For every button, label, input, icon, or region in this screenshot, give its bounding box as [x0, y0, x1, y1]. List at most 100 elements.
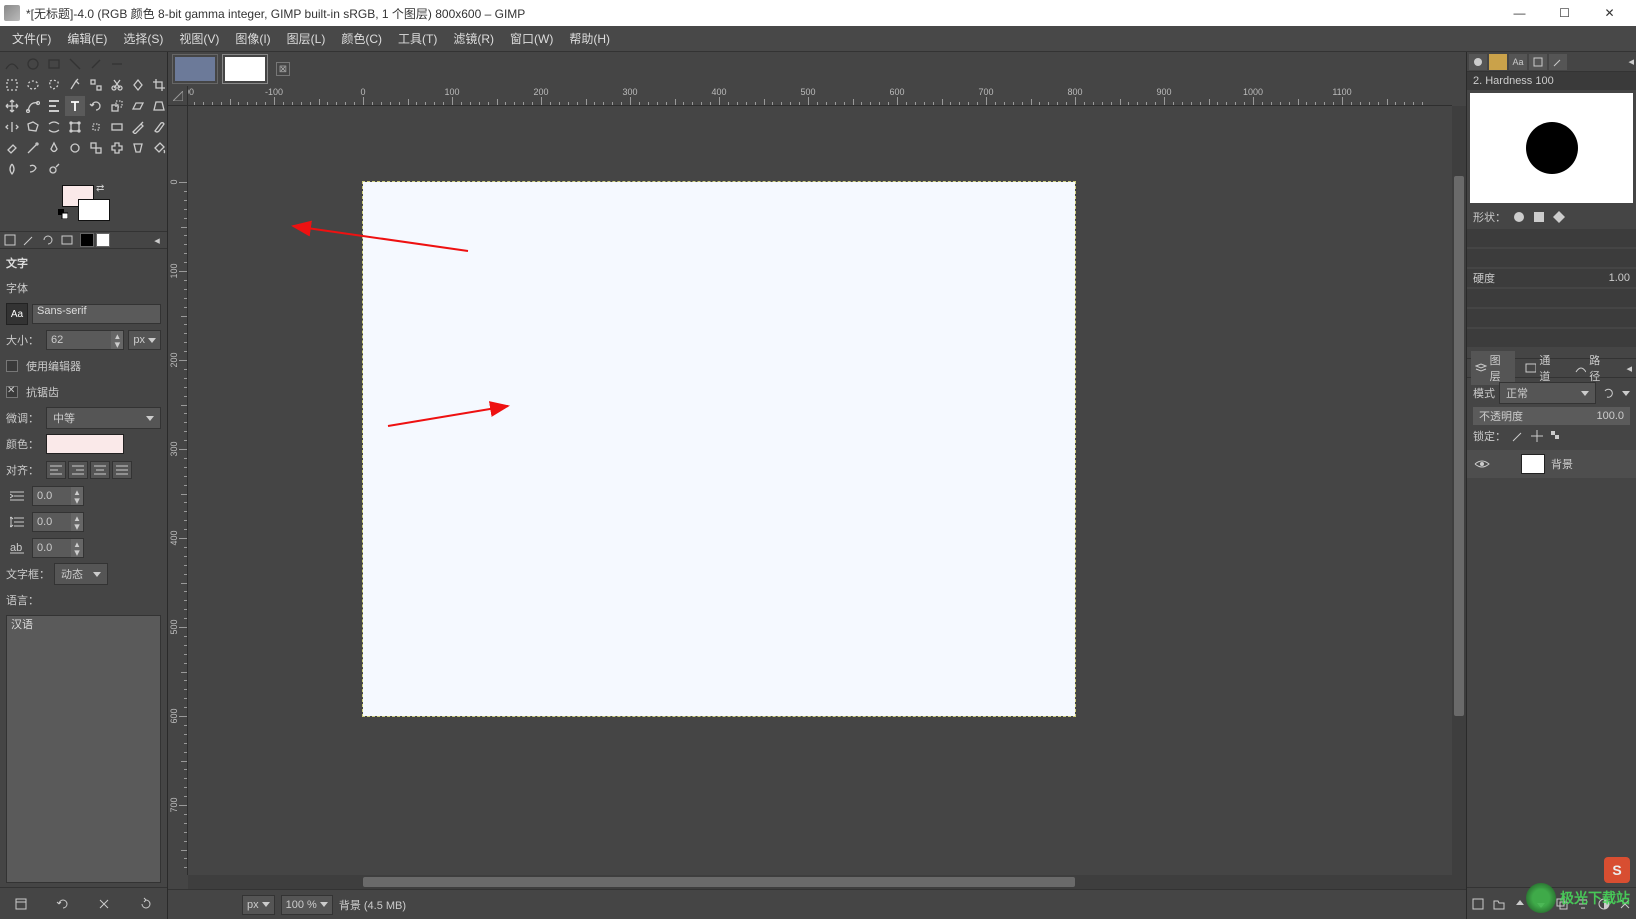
shape-diamond-icon[interactable] — [1552, 210, 1566, 224]
tab-device-icon[interactable] — [21, 232, 37, 248]
brush-aspect-slider[interactable] — [1467, 289, 1636, 307]
dock-menu-icon[interactable]: ◂ — [1626, 362, 1632, 375]
paint-tab[interactable] — [1549, 54, 1567, 70]
unit-select[interactable]: px — [242, 895, 275, 915]
tab-history-icon[interactable] — [40, 232, 56, 248]
tool-shear[interactable] — [128, 96, 148, 116]
background-color[interactable] — [78, 199, 110, 221]
menu-edit[interactable]: 编辑(E) — [59, 26, 115, 51]
hinting-select[interactable]: 中等 — [46, 407, 161, 429]
minimize-button[interactable]: ― — [1497, 0, 1542, 26]
tool-align[interactable] — [44, 96, 64, 116]
zoom-select[interactable]: 100 % — [281, 895, 333, 915]
close-button[interactable]: ✕ — [1587, 0, 1632, 26]
visibility-icon[interactable] — [1473, 455, 1491, 473]
lock-pixel-icon[interactable] — [1511, 429, 1525, 443]
line-spacing-input[interactable]: 0.0▴▾ — [32, 512, 84, 532]
tool-foreground-select[interactable] — [128, 75, 148, 95]
opacity-slider[interactable]: 不透明度 100.0 ▴▾ — [1473, 407, 1630, 425]
tool-rect-select[interactable] — [2, 75, 22, 95]
dock-menu-icon[interactable]: ◂ — [149, 232, 165, 248]
menu-filter[interactable]: 滤镜(R) — [445, 26, 502, 51]
lock-alpha-icon[interactable] — [1549, 429, 1563, 443]
shape-circle-icon[interactable] — [1512, 210, 1526, 224]
size-input[interactable]: 62▴▾ — [46, 330, 124, 350]
menu-image[interactable]: 图像(I) — [227, 26, 278, 51]
menu-select[interactable]: 选择(S) — [115, 26, 171, 51]
tool-blur[interactable] — [2, 159, 22, 179]
tool-paths[interactable] — [23, 96, 43, 116]
tool-bucket[interactable] — [149, 138, 169, 158]
tool-ellipse-select[interactable] — [23, 75, 43, 95]
menu-file[interactable]: 文件(F) — [4, 26, 59, 51]
tool-perspective-clone[interactable] — [128, 138, 148, 158]
image-tab-2[interactable] — [222, 54, 268, 84]
tab-images-icon[interactable] — [59, 232, 75, 248]
menu-layer[interactable]: 图层(L) — [279, 26, 334, 51]
tool-move[interactable] — [2, 96, 22, 116]
horizontal-ruler[interactable]: -200-10001002003004005006007008009001000… — [188, 86, 1452, 106]
tool-color-select[interactable] — [86, 75, 106, 95]
size-unit-select[interactable]: px — [128, 330, 161, 350]
tool-paintbrush[interactable] — [149, 117, 169, 137]
delete-options-icon[interactable] — [95, 895, 113, 913]
save-options-icon[interactable] — [12, 895, 30, 913]
text-color-field[interactable] — [46, 434, 124, 454]
raise-layer-icon[interactable] — [1513, 897, 1527, 911]
tool-smudge[interactable] — [23, 159, 43, 179]
textbox-select[interactable]: 动态 — [54, 563, 108, 585]
tool-eraser[interactable] — [2, 138, 22, 158]
restore-options-icon[interactable] — [54, 895, 72, 913]
tool-rotate[interactable] — [86, 96, 106, 116]
maximize-button[interactable]: ☐ — [1542, 0, 1587, 26]
layer-name[interactable]: 背景 — [1551, 456, 1573, 472]
reset-options-icon[interactable] — [137, 895, 155, 913]
canvas-viewport[interactable] — [188, 106, 1452, 875]
layer-group-icon[interactable] — [1492, 897, 1506, 911]
use-editor-check[interactable]: 使用编辑器 — [6, 355, 161, 377]
patterns-tab[interactable] — [1489, 54, 1507, 70]
canvas[interactable] — [363, 182, 1075, 716]
font-icon[interactable]: Aa — [6, 303, 28, 325]
mode-extra-icon[interactable] — [1622, 391, 1630, 396]
align-center-button[interactable] — [90, 461, 110, 479]
tool-crop[interactable] — [149, 75, 169, 95]
menu-tools[interactable]: 工具(T) — [390, 26, 445, 51]
tool-ink[interactable] — [44, 138, 64, 158]
menu-help[interactable]: 帮助(H) — [561, 26, 618, 51]
vertical-scrollbar[interactable] — [1452, 106, 1466, 875]
new-layer-icon[interactable] — [1471, 897, 1485, 911]
nav-button[interactable] — [1452, 875, 1466, 889]
tool-cage[interactable] — [23, 117, 43, 137]
brushes-tab[interactable] — [1469, 54, 1487, 70]
dock-menu-icon[interactable]: ◂ — [1628, 55, 1634, 68]
align-fill-button[interactable] — [112, 461, 132, 479]
mini-swatch-white[interactable] — [96, 233, 110, 247]
tool-text[interactable] — [65, 96, 85, 116]
tool-perspective[interactable] — [149, 96, 169, 116]
menu-window[interactable]: 窗口(W) — [502, 26, 561, 51]
tool-scale[interactable] — [107, 96, 127, 116]
vertical-ruler[interactable]: 0100200300400500600700 — [168, 106, 188, 875]
brush-spacing-slider[interactable] — [1467, 329, 1636, 347]
horizontal-scrollbar[interactable] — [188, 875, 1452, 889]
brush-angle-slider[interactable] — [1467, 309, 1636, 327]
tool-warp[interactable] — [44, 117, 64, 137]
indent-input[interactable]: 0.0▴▾ — [32, 486, 84, 506]
tool-flip[interactable] — [2, 117, 22, 137]
reset-colors-icon[interactable] — [58, 209, 68, 219]
fonts-tab[interactable]: Aa — [1509, 54, 1527, 70]
shape-square-icon[interactable] — [1532, 210, 1546, 224]
brush-hardness-slider[interactable]: 硬度1.00 — [1467, 269, 1636, 287]
tool-free-select[interactable] — [44, 75, 64, 95]
history-tab[interactable] — [1529, 54, 1547, 70]
mode-switch-icon[interactable] — [1600, 384, 1618, 402]
tool-mypaint[interactable] — [65, 138, 85, 158]
swap-colors-icon[interactable]: ⇄ — [96, 183, 104, 194]
menu-view[interactable]: 视图(V) — [171, 26, 227, 51]
font-input[interactable]: Sans-serif — [32, 304, 161, 324]
image-tab-close[interactable]: ⊠ — [276, 62, 290, 76]
image-tab-1[interactable] — [172, 54, 218, 84]
tool-handle-transform[interactable] — [86, 117, 106, 137]
layer-row[interactable]: 背景 — [1467, 450, 1636, 478]
